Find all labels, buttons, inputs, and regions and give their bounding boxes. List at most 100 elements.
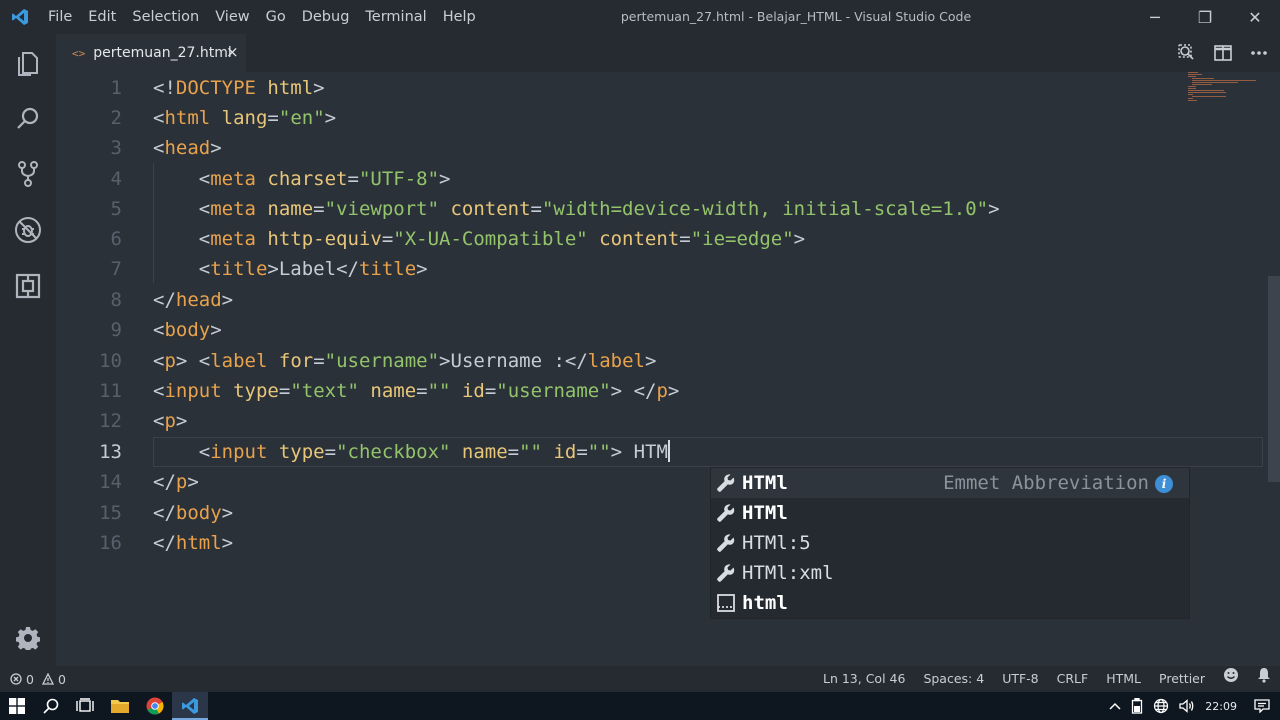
indentation[interactable]: Spaces: 4 bbox=[914, 666, 993, 692]
activity-bar bbox=[0, 34, 56, 666]
line-number: 14 bbox=[99, 471, 122, 493]
search-icon[interactable] bbox=[0, 90, 56, 146]
suggestion-item[interactable]: HTMl bbox=[711, 498, 1189, 528]
code-line-current: 13 <input type="checkbox" name="" id="">… bbox=[56, 437, 1266, 467]
taskbar-search-icon[interactable] bbox=[34, 692, 68, 720]
line-number: 5 bbox=[110, 198, 122, 220]
wrench-icon bbox=[715, 533, 737, 553]
wrench-icon bbox=[715, 503, 737, 523]
autocomplete-suggest-widget: HTMl Emmet Abbreviation i HTMl HTMl:5 HT… bbox=[710, 467, 1190, 619]
suggestion-label: HTMl bbox=[742, 502, 788, 524]
line-number: 15 bbox=[99, 502, 122, 524]
volume-icon[interactable] bbox=[1174, 699, 1200, 713]
settings-gear-icon[interactable] bbox=[0, 610, 56, 666]
wrench-icon bbox=[715, 563, 737, 583]
menu-edit[interactable]: Edit bbox=[80, 0, 124, 34]
suggestion-label: HTMl bbox=[742, 472, 788, 494]
open-changes-icon[interactable] bbox=[1176, 42, 1198, 64]
formatter[interactable]: Prettier bbox=[1150, 666, 1214, 692]
suggestion-label: html bbox=[742, 592, 788, 614]
source-control-icon[interactable] bbox=[0, 146, 56, 202]
line-number: 4 bbox=[110, 168, 122, 190]
editor-actions bbox=[1176, 34, 1270, 72]
file-explorer-icon[interactable] bbox=[103, 692, 137, 720]
tab-label: pertemuan_27.html bbox=[93, 45, 232, 61]
battery-icon[interactable] bbox=[1126, 698, 1148, 714]
window-controls: ─ ❐ ✕ bbox=[1130, 0, 1280, 34]
action-center-icon[interactable] bbox=[1242, 699, 1280, 713]
minimize-button[interactable]: ─ bbox=[1130, 0, 1180, 34]
suggestion-detail: Emmet Abbreviation bbox=[943, 472, 1149, 494]
error-count: 0 bbox=[26, 671, 34, 687]
code-line: 4 <meta charset="UTF-8"> bbox=[56, 164, 1266, 194]
code-line: 10 <p> <label for="username">Username :</… bbox=[56, 346, 1266, 376]
status-right: Ln 13, Col 46 Spaces: 4 UTF-8 CRLF HTML … bbox=[814, 666, 1280, 692]
network-globe-icon[interactable] bbox=[1148, 698, 1174, 714]
suggestion-label: HTMl:5 bbox=[742, 532, 811, 554]
line-number: 16 bbox=[99, 532, 122, 554]
menu-debug[interactable]: Debug bbox=[294, 0, 358, 34]
code-line: 6 <meta http-equiv="X-UA-Compatible" con… bbox=[56, 224, 1266, 254]
feedback-smiley-icon[interactable] bbox=[1214, 666, 1248, 692]
extensions-icon[interactable] bbox=[0, 258, 56, 314]
suggestion-label: HTMl:xml bbox=[742, 562, 834, 584]
suggestion-item[interactable]: HTMl:xml bbox=[711, 558, 1189, 588]
tab-pertemuan-27[interactable]: <> pertemuan_27.html × bbox=[56, 34, 246, 72]
line-number: 12 bbox=[99, 410, 122, 432]
title-bar: File Edit Selection View Go Debug Termin… bbox=[0, 0, 1280, 34]
windows-start-icon[interactable] bbox=[0, 692, 34, 720]
show-hidden-icons-chevron-icon[interactable] bbox=[1104, 702, 1126, 710]
line-number: 1 bbox=[110, 77, 122, 99]
info-icon[interactable]: i bbox=[1155, 475, 1173, 493]
menu-go[interactable]: Go bbox=[258, 0, 294, 34]
wrench-icon bbox=[715, 473, 737, 493]
error-icon bbox=[10, 673, 22, 685]
split-editor-icon[interactable] bbox=[1212, 42, 1234, 64]
more-actions-icon[interactable] bbox=[1248, 42, 1270, 64]
code-line: 7 <title>Label</title> bbox=[56, 254, 1266, 284]
vscode-logo-icon bbox=[0, 0, 40, 34]
problems-indicator[interactable]: 0 0 bbox=[10, 666, 66, 692]
code-line: 5 <meta name="viewport" content="width=d… bbox=[56, 194, 1266, 224]
tab-close-icon[interactable]: × bbox=[226, 43, 239, 61]
vscode-taskbar-button[interactable] bbox=[172, 692, 208, 720]
menu-file[interactable]: File bbox=[40, 0, 80, 34]
code-line: 1 <!DOCTYPE html> bbox=[56, 73, 1266, 103]
line-number: 10 bbox=[99, 350, 122, 372]
close-window-button[interactable]: ✕ bbox=[1230, 0, 1280, 34]
line-number: 6 bbox=[110, 228, 122, 250]
menu-view[interactable]: View bbox=[207, 0, 257, 34]
windows-taskbar: 22:09 bbox=[0, 692, 1280, 720]
clock-time[interactable]: 22:09 bbox=[1200, 700, 1242, 713]
file-encoding[interactable]: UTF-8 bbox=[993, 666, 1047, 692]
minimap[interactable] bbox=[1188, 72, 1258, 112]
debug-icon[interactable] bbox=[0, 202, 56, 258]
line-number: 11 bbox=[99, 380, 122, 402]
explorer-icon[interactable] bbox=[0, 34, 56, 90]
snippet-icon bbox=[715, 593, 737, 613]
cursor-position[interactable]: Ln 13, Col 46 bbox=[814, 666, 914, 692]
task-view-icon[interactable] bbox=[68, 692, 102, 720]
menu-selection[interactable]: Selection bbox=[124, 0, 207, 34]
suggestion-item[interactable]: HTMl Emmet Abbreviation i bbox=[711, 468, 1189, 498]
menu-help[interactable]: Help bbox=[435, 0, 484, 34]
chrome-icon[interactable] bbox=[138, 692, 172, 720]
suggestion-item[interactable]: HTMl:5 bbox=[711, 528, 1189, 558]
html-file-icon: <> bbox=[72, 46, 86, 60]
warning-count: 0 bbox=[57, 671, 66, 687]
suggestion-item[interactable]: html bbox=[711, 588, 1189, 618]
line-number: 8 bbox=[110, 289, 122, 311]
status-bar: 0 0 Ln 13, Col 46 Spaces: 4 UTF-8 CRLF H… bbox=[0, 666, 1280, 692]
language-mode[interactable]: HTML bbox=[1097, 666, 1150, 692]
line-number: 13 bbox=[99, 441, 122, 463]
line-number: 2 bbox=[110, 107, 122, 129]
restore-button[interactable]: ❐ bbox=[1180, 0, 1230, 34]
scrollbar-thumb[interactable] bbox=[1268, 276, 1280, 482]
end-of-line[interactable]: CRLF bbox=[1048, 666, 1098, 692]
notifications-bell-icon[interactable] bbox=[1248, 666, 1280, 692]
text-cursor bbox=[667, 440, 670, 462]
vertical-scrollbar[interactable] bbox=[1266, 72, 1280, 666]
menu-terminal[interactable]: Terminal bbox=[357, 0, 434, 34]
menu-bar: File Edit Selection View Go Debug Termin… bbox=[40, 0, 484, 34]
window-title: pertemuan_27.html - Belajar_HTML - Visua… bbox=[620, 9, 972, 24]
